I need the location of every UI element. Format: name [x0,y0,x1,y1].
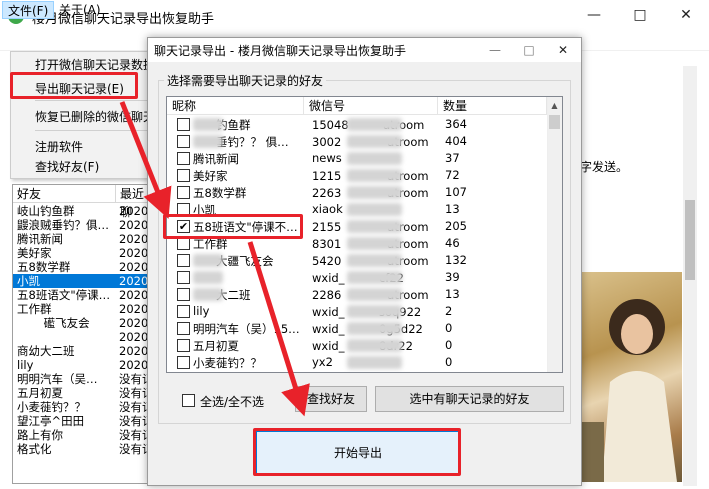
arrow-to-start [247,241,310,417]
tutorial-arrows [119,101,310,417]
arrow-to-row [119,101,172,219]
